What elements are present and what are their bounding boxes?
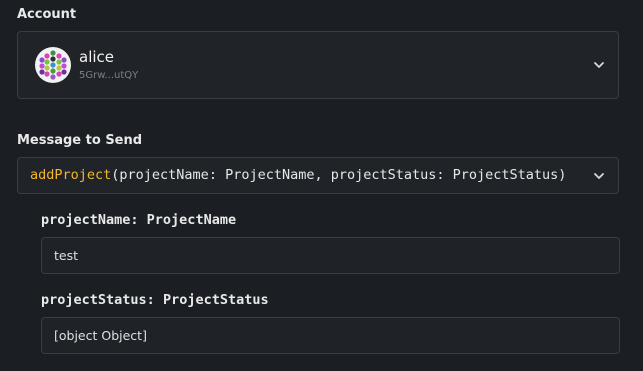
arg-type: ProjectStatus	[162, 292, 269, 308]
message-label: Message to Send	[17, 133, 143, 148]
identicon-icon	[35, 47, 71, 83]
message-selected-value: addProject(projectName: ProjectName, pro…	[30, 167, 584, 183]
arg-name: projectStatus	[41, 292, 147, 308]
arg-label-project-status: projectStatus: ProjectStatus	[41, 292, 269, 308]
arg-label-project-name: projectName: ProjectName	[41, 212, 237, 228]
account-label: Account	[17, 7, 77, 22]
arg-type: ProjectName	[146, 212, 237, 228]
message-function-name: addProject	[30, 167, 112, 183]
chevron-down-icon[interactable]	[592, 58, 606, 72]
account-name: alice	[79, 48, 115, 66]
account-select[interactable]: alice 5Grw...utQY	[17, 31, 619, 99]
message-select[interactable]: addProject(projectName: ProjectName, pro…	[17, 157, 619, 194]
project-status-input[interactable]: [object Object]	[41, 317, 620, 354]
account-address: 5Grw...utQY	[79, 70, 139, 81]
chevron-down-icon[interactable]	[592, 169, 606, 183]
message-signature: (projectName: ProjectName, projectStatus…	[111, 167, 567, 183]
project-name-input[interactable]: test	[41, 237, 620, 274]
arg-name: projectName	[41, 212, 131, 228]
